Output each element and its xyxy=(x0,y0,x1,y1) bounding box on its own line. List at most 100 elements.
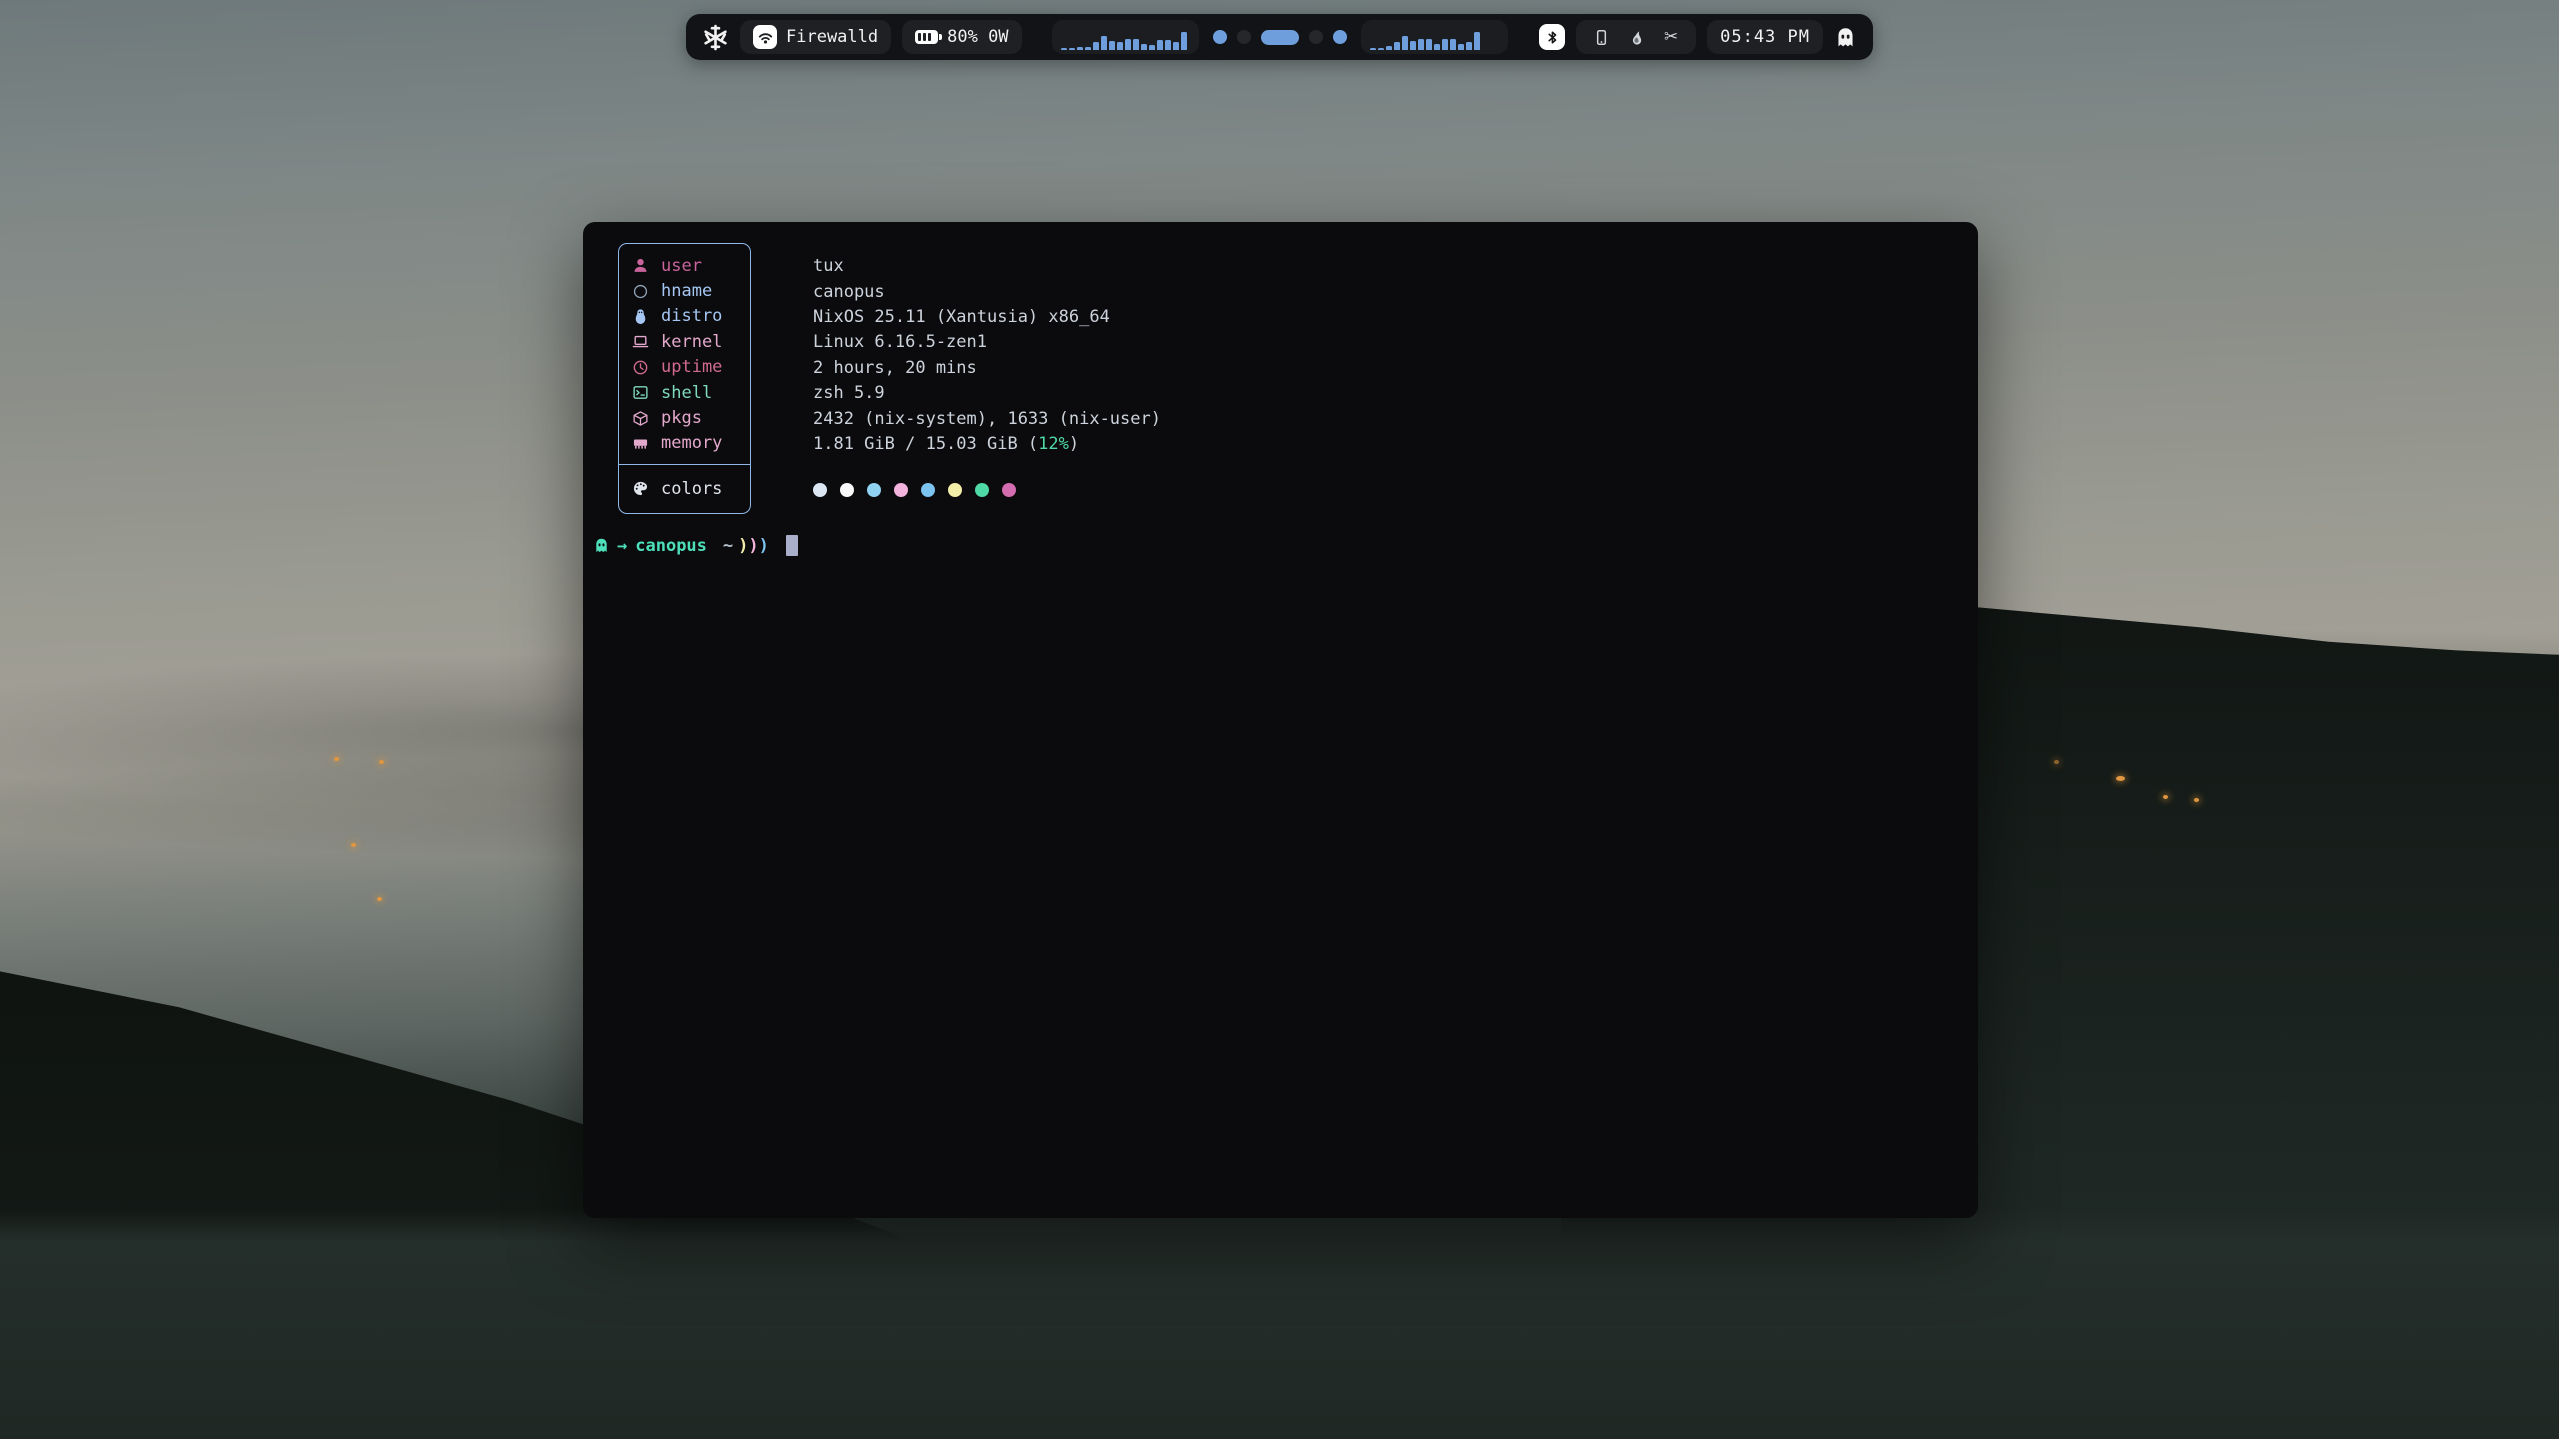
flame-icon[interactable] xyxy=(1626,29,1646,46)
wifi-icon xyxy=(753,25,777,49)
memory-percent: 12% xyxy=(1038,434,1069,454)
prompt-chevron: ) xyxy=(748,536,758,556)
graph-bar xyxy=(1434,44,1440,50)
prompt-chevron: ) xyxy=(738,536,748,556)
fetch-label-box: user hname distro xyxy=(618,243,751,514)
fetch-label: pkgs xyxy=(661,408,702,428)
wallpaper-light xyxy=(2054,760,2059,764)
color-swatch xyxy=(840,483,854,497)
memory-icon xyxy=(632,435,649,452)
fetch-label-row: hname xyxy=(619,278,750,303)
user-icon xyxy=(632,257,649,274)
fetch-value: NixOS 25.11 (Xantusia) x86_64 xyxy=(813,304,1161,329)
wallpaper-light xyxy=(2163,795,2168,799)
graph-bar xyxy=(1117,42,1123,50)
graph-bar xyxy=(1133,39,1139,50)
fetch-label: shell xyxy=(661,383,712,403)
bar-right-modules: ✂ 05:43 PM xyxy=(1539,20,1857,54)
graph-bar xyxy=(1402,36,1408,50)
battery-module[interactable]: 80% 0W xyxy=(902,20,1021,54)
fetch-label: uptime xyxy=(661,357,722,377)
fetch-label-row: colors xyxy=(619,476,750,501)
bar-left-modules: Firewalld 80% 0W xyxy=(702,20,1022,54)
graph-bar xyxy=(1370,48,1376,50)
wallpaper-light xyxy=(351,843,356,847)
graph-bar xyxy=(1093,42,1099,50)
fetch-value: zsh 5.9 xyxy=(813,380,1161,405)
terminal-window[interactable]: user hname distro xyxy=(583,222,1978,1218)
status-bar: Firewalld 80% 0W xyxy=(686,14,1873,60)
graph-bar xyxy=(1474,32,1480,50)
color-swatch xyxy=(921,483,935,497)
graph-bar xyxy=(1069,48,1075,50)
clock-module[interactable]: 05:43 PM xyxy=(1707,20,1823,54)
ghost-icon xyxy=(593,537,610,554)
phone-icon[interactable] xyxy=(1591,29,1611,46)
fetch-label-row: distro xyxy=(619,304,750,329)
color-swatch xyxy=(975,483,989,497)
graph-bar xyxy=(1410,41,1416,50)
graph-bar xyxy=(1418,39,1424,50)
fetch-label-row: pkgs xyxy=(619,405,750,430)
workspace-empty[interactable] xyxy=(1309,30,1323,44)
prompt-chevron: ) xyxy=(759,536,769,556)
fetch-value: 2 hours, 20 mins xyxy=(813,355,1161,380)
graph-bar xyxy=(1426,39,1432,50)
fetch-label: user xyxy=(661,256,702,276)
graph-bar xyxy=(1378,48,1384,50)
bluetooth-icon[interactable] xyxy=(1539,24,1565,50)
color-swatch xyxy=(813,483,827,497)
graph-bar xyxy=(1125,39,1131,50)
color-swatch xyxy=(894,483,908,497)
prompt-path: ~ xyxy=(723,536,733,556)
fetch-label: memory xyxy=(661,433,722,453)
workspace-empty[interactable] xyxy=(1237,30,1251,44)
fetch-value: 2432 (nix-system), 1633 (nix-user) xyxy=(813,406,1161,431)
graph-bar xyxy=(1466,42,1472,50)
graph-bar xyxy=(1141,44,1147,50)
wallpaper-water xyxy=(0,1209,2559,1439)
workspace-occupied[interactable] xyxy=(1333,30,1347,44)
graph-bar xyxy=(1061,48,1067,50)
graph-bar xyxy=(1101,36,1107,50)
penguin-icon xyxy=(632,308,649,325)
graph-bar xyxy=(1165,40,1171,50)
memory-value: 1.81 GiB / 15.03 GiB ( xyxy=(813,434,1038,454)
wallpaper-light xyxy=(377,897,382,901)
fetch-block: user hname distro xyxy=(618,243,751,514)
workspace-indicator xyxy=(1213,30,1347,45)
clock-label: 05:43 PM xyxy=(1720,27,1810,47)
graph-bar xyxy=(1173,42,1179,50)
package-icon xyxy=(632,410,649,427)
graph-bar xyxy=(1394,42,1400,50)
color-palette-row xyxy=(813,477,1161,502)
firewall-module[interactable]: Firewalld xyxy=(740,20,891,54)
battery-icon xyxy=(915,30,938,44)
prompt-host: canopus xyxy=(635,536,707,556)
memory-graph[interactable] xyxy=(1361,20,1508,54)
fetch-value: canopus xyxy=(813,279,1161,304)
prompt-arrow: → xyxy=(617,536,627,556)
fetch-values: tux canopus NixOS 25.11 (Xantusia) x86_6… xyxy=(813,254,1161,503)
workspace-occupied[interactable] xyxy=(1213,30,1227,44)
cpu-graph[interactable] xyxy=(1052,20,1199,54)
fetch-label-row: shell xyxy=(619,380,750,405)
nixos-snowflake-icon[interactable] xyxy=(702,24,729,51)
graph-bar xyxy=(1077,47,1083,50)
firewall-label: Firewalld xyxy=(786,27,878,47)
fetch-label-row: memory xyxy=(619,431,750,456)
graph-bar xyxy=(1181,32,1187,50)
bar-center-modules xyxy=(1052,20,1508,54)
memory-value-suffix: ) xyxy=(1069,434,1079,454)
fetch-label: colors xyxy=(661,479,722,499)
shell-prompt[interactable]: → canopus ~ ) ) ) xyxy=(593,533,798,558)
graph-bar xyxy=(1109,41,1115,50)
scissors-icon[interactable]: ✂ xyxy=(1661,27,1681,47)
fetch-value-memory: 1.81 GiB / 15.03 GiB (12%) xyxy=(813,431,1161,456)
graph-bar xyxy=(1450,39,1456,50)
ghost-icon[interactable] xyxy=(1834,26,1857,49)
fetch-label: kernel xyxy=(661,332,722,352)
clock-icon xyxy=(632,359,649,376)
text-cursor[interactable] xyxy=(786,535,798,556)
workspace-focused[interactable] xyxy=(1261,30,1299,45)
